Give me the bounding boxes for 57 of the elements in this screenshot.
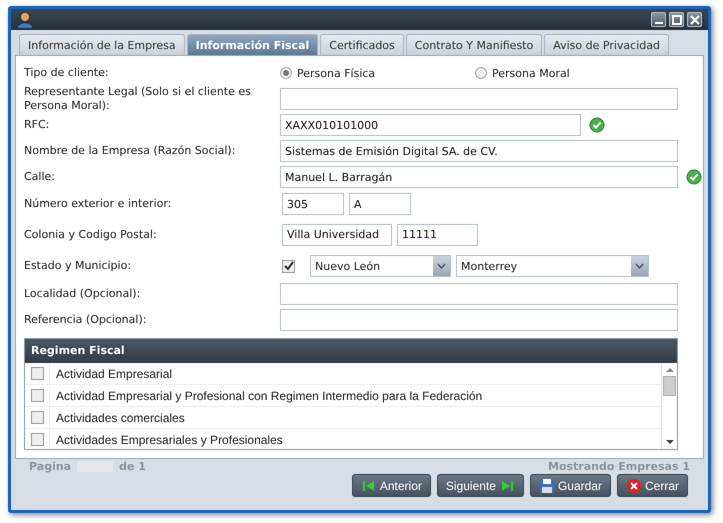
field-label: Colonia y Codigo Postal: xyxy=(24,228,158,242)
field-label: Tipo de cliente: xyxy=(24,66,110,80)
input-field[interactable]: 11111 xyxy=(397,224,478,246)
scrollbar[interactable] xyxy=(661,363,677,449)
field-label: Nombre de la Empresa (Razón Social): xyxy=(24,144,236,158)
checkbox[interactable] xyxy=(30,411,44,424)
grid-row[interactable]: Actividades Empresariales y Profesionales xyxy=(25,429,661,449)
maximize-button[interactable] xyxy=(669,12,684,27)
input-field[interactable]: A xyxy=(349,193,411,215)
field-label: Localidad (Opcional): xyxy=(24,287,142,301)
field-label: Estado y Municipio: xyxy=(24,259,132,273)
radio-option[interactable]: Persona Física xyxy=(280,66,470,80)
close-button[interactable] xyxy=(687,12,702,27)
minimize-icon xyxy=(654,22,662,24)
input-field[interactable]: XAXX010101000 xyxy=(280,114,581,136)
field-label: Referencia (Opcional): xyxy=(24,313,148,327)
input-field[interactable] xyxy=(280,309,678,331)
input-field[interactable]: Villa Universidad xyxy=(282,224,392,246)
tab[interactable]: Aviso de Privacidad xyxy=(544,34,669,55)
radio-option[interactable]: Persona Moral xyxy=(475,66,665,80)
action-button[interactable]: Siguiente xyxy=(436,474,524,497)
tab[interactable]: Certificados xyxy=(320,34,404,55)
checkbox[interactable] xyxy=(30,389,44,402)
input-field[interactable] xyxy=(280,283,678,305)
grid-row[interactable]: Actividad Empresarial xyxy=(25,363,661,385)
input-field[interactable]: 305 xyxy=(282,193,344,215)
checkbox[interactable] xyxy=(30,433,44,446)
checkbox[interactable] xyxy=(30,367,44,380)
tab[interactable]: Información de la Empresa xyxy=(19,34,185,55)
field-label: RFC: xyxy=(24,118,50,132)
close-icon xyxy=(690,14,700,24)
minimize-button[interactable] xyxy=(651,12,666,27)
checkbox[interactable] xyxy=(282,260,295,272)
scroll-up-icon[interactable] xyxy=(666,367,674,373)
pager-status: Mostrando Empresas 1 xyxy=(548,460,690,473)
pager-label: Pagina xyxy=(29,460,72,473)
dropdown[interactable]: Nuevo León xyxy=(310,255,451,277)
action-button[interactable]: Anterior xyxy=(352,474,431,497)
field-label: Número exterior e interior: xyxy=(24,197,172,211)
input-field[interactable]: Sistemas de Emisión Digital SA. de CV. xyxy=(280,140,678,162)
grid-row[interactable]: Actividad Empresarial y Profesional con Regimen Intermedio para la Federación xyxy=(25,385,661,407)
input-field[interactable]: Manuel L. Barragán xyxy=(280,166,678,188)
action-button[interactable]: Cerrar xyxy=(616,474,688,497)
maximize-icon xyxy=(672,14,682,24)
user-icon xyxy=(17,12,33,28)
input-field[interactable] xyxy=(280,88,678,110)
dropdown[interactable]: Monterrey xyxy=(456,255,649,277)
grid-row[interactable]: Actividades comerciales xyxy=(25,407,661,429)
scroll-down-icon[interactable] xyxy=(666,439,674,445)
action-button[interactable]: Guardar xyxy=(530,474,611,497)
tab[interactable]: Contrato Y Manifiesto xyxy=(406,34,542,55)
close-icon xyxy=(626,478,642,494)
grid-header: Regimen Fiscal xyxy=(25,339,677,363)
scroll-thumb[interactable] xyxy=(663,376,676,396)
field-label: Calle: xyxy=(24,170,56,184)
field-label: Representante Legal (Solo si el cliente es Persona Moral): xyxy=(24,85,252,113)
pager-label: de 1 xyxy=(119,460,146,473)
